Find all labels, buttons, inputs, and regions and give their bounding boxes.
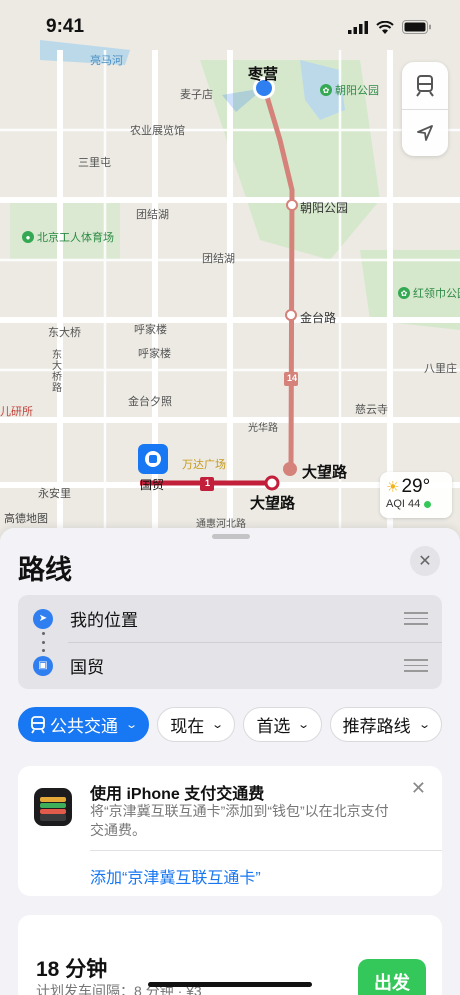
park-icon: ✿ — [320, 84, 332, 96]
partly-cloudy-icon: ☀ — [386, 479, 400, 496]
map-label: 万达广场 — [182, 459, 226, 471]
map-label: 八里庄 — [424, 363, 457, 375]
station-label-dawanglu[interactable]: 大望路 — [302, 461, 347, 482]
locate-me-button[interactable] — [402, 109, 448, 156]
map-label: 枣营 — [248, 66, 279, 83]
metro-icon: ▣ — [33, 655, 53, 676]
add-card-link[interactable]: 添加“京津冀互联互通卡” — [90, 864, 261, 888]
station-label-jintai[interactable]: 金台路 — [300, 309, 336, 326]
map-label: 呼家楼 — [134, 324, 167, 336]
station-label-chaoyang-park[interactable]: 朝阳公园 — [300, 199, 348, 216]
station-label-dawanglu-2[interactable]: 大望路 — [250, 492, 295, 513]
promo-title: 使用 iPhone 支付交通费 — [90, 786, 265, 803]
stadium-icon: ● — [22, 231, 34, 243]
status-time: 9:41 — [46, 16, 85, 37]
reorder-handle-icon[interactable] — [404, 659, 428, 672]
chevron-down-icon: ⌄ — [211, 719, 225, 731]
weather-widget[interactable]: ☀ 29° AQI 44 — [380, 472, 452, 518]
chevron-down-icon: ⌄ — [297, 719, 311, 731]
close-icon: ✕ — [410, 778, 426, 798]
line-14-badge: 14 — [287, 373, 298, 383]
tram-icon — [416, 74, 434, 97]
map-label: 团结湖 — [136, 209, 169, 221]
line-1-badge: 1 — [205, 478, 211, 488]
transit-mode-button[interactable] — [402, 62, 448, 109]
close-icon: ✕ — [418, 553, 432, 570]
chip-transit[interactable]: 公共交通 ⌄ — [18, 707, 150, 742]
map-attribution[interactable]: 高德地图 — [4, 510, 48, 526]
route-stops: ➤ 我的位置 ▣ 国贸 — [18, 595, 442, 689]
map-label: 呼家楼 — [138, 348, 171, 360]
chip-label: 首选 — [256, 717, 291, 736]
promo-body: 将“京津冀互联互通卡”添加到“钱包”以在北京支付交通费。 — [90, 803, 389, 838]
filter-chips: 公共交通 ⌄ 现在 ⌄ 首选 ⌄ 推荐路线 ⌄ — [18, 707, 442, 742]
map-label: 三里屯 — [78, 157, 111, 169]
close-button[interactable]: ✕ — [410, 546, 440, 576]
tram-icon — [31, 715, 45, 733]
map-controls — [402, 62, 448, 156]
stop-destination[interactable]: ▣ 国贸 — [18, 642, 442, 689]
map-label: 亮马河 — [90, 55, 123, 67]
map-label: 农业展览馆 — [130, 125, 185, 137]
park-icon: ✿ — [398, 287, 410, 299]
battery-icon — [402, 20, 431, 34]
location-arrow-icon: ➤ — [33, 608, 53, 629]
chip-sort[interactable]: 推荐路线 ⌄ — [329, 707, 442, 742]
cellular-signal-icon — [348, 20, 368, 34]
route-duration: 18 分钟 — [36, 958, 108, 981]
stop-label: 我的位置 — [70, 611, 138, 630]
map-label: 团结湖 — [202, 253, 235, 265]
map-view[interactable]: 枣营 麦子店 亮马河 农业展览馆 三里屯 ✿ 朝阳公园 团结湖 ● 北京工人体育场 … — [0, 0, 460, 540]
location-arrow-icon — [417, 125, 433, 141]
aqi-status-dot — [424, 500, 432, 508]
station-label-guomao[interactable]: 国贸 — [140, 476, 164, 493]
chip-time[interactable]: 现在 ⌄ — [157, 707, 236, 742]
chip-label: 公共交通 — [50, 717, 118, 736]
divider — [90, 850, 442, 851]
chip-label: 现在 — [170, 717, 205, 736]
map-label: 麦子店 — [180, 89, 213, 101]
map-label: 东大桥路 — [52, 350, 62, 394]
status-bar: 9:41 — [0, 0, 460, 54]
map-label: 永安里 — [38, 488, 71, 500]
chevron-down-icon: ⌄ — [125, 719, 139, 731]
chevron-down-icon: ⌄ — [417, 719, 431, 731]
poi-hongling-park[interactable]: ✿红领巾公园 — [398, 285, 460, 301]
map-canvas — [0, 0, 460, 540]
home-indicator[interactable] — [148, 982, 312, 987]
aqi-value: AQI 44 — [386, 498, 421, 510]
poi-workers-stadium[interactable]: ● 北京工人体育场 — [22, 229, 114, 245]
go-button[interactable]: 出发 — [358, 959, 426, 995]
chip-label: 推荐路线 — [342, 717, 411, 736]
wifi-icon — [376, 20, 394, 34]
weather-temp: 29° — [401, 476, 431, 497]
reorder-handle-icon[interactable] — [404, 612, 428, 625]
map-label: 金台夕照 — [128, 396, 172, 408]
wallet-icon — [34, 788, 72, 826]
stop-origin[interactable]: ➤ 我的位置 — [18, 595, 442, 642]
wallet-promo-card: 使用 iPhone 支付交通费 将“京津冀互联互通卡”添加到“钱包”以在北京支付… — [18, 766, 442, 896]
map-label: 光华路 — [248, 423, 278, 434]
dismiss-promo-button[interactable]: ✕ — [411, 778, 426, 799]
sheet-title: 路线 — [18, 555, 72, 585]
map-label: 儿研所 — [0, 406, 33, 418]
directions-sheet: 路线 ✕ ➤ 我的位置 ▣ 国贸 公共交通 ⌄ 现在 ⌄ 首选 ⌄ 推荐路线 ⌄… — [0, 528, 460, 995]
map-label: 慈云寺 — [355, 404, 388, 416]
sheet-grabber[interactable] — [212, 534, 250, 539]
chip-preferences[interactable]: 首选 ⌄ — [243, 707, 322, 742]
stop-label: 国贸 — [70, 658, 104, 677]
poi-chaoyang-park[interactable]: ✿ 朝阳公园 — [320, 82, 379, 98]
map-label: 东大桥 — [48, 327, 81, 339]
